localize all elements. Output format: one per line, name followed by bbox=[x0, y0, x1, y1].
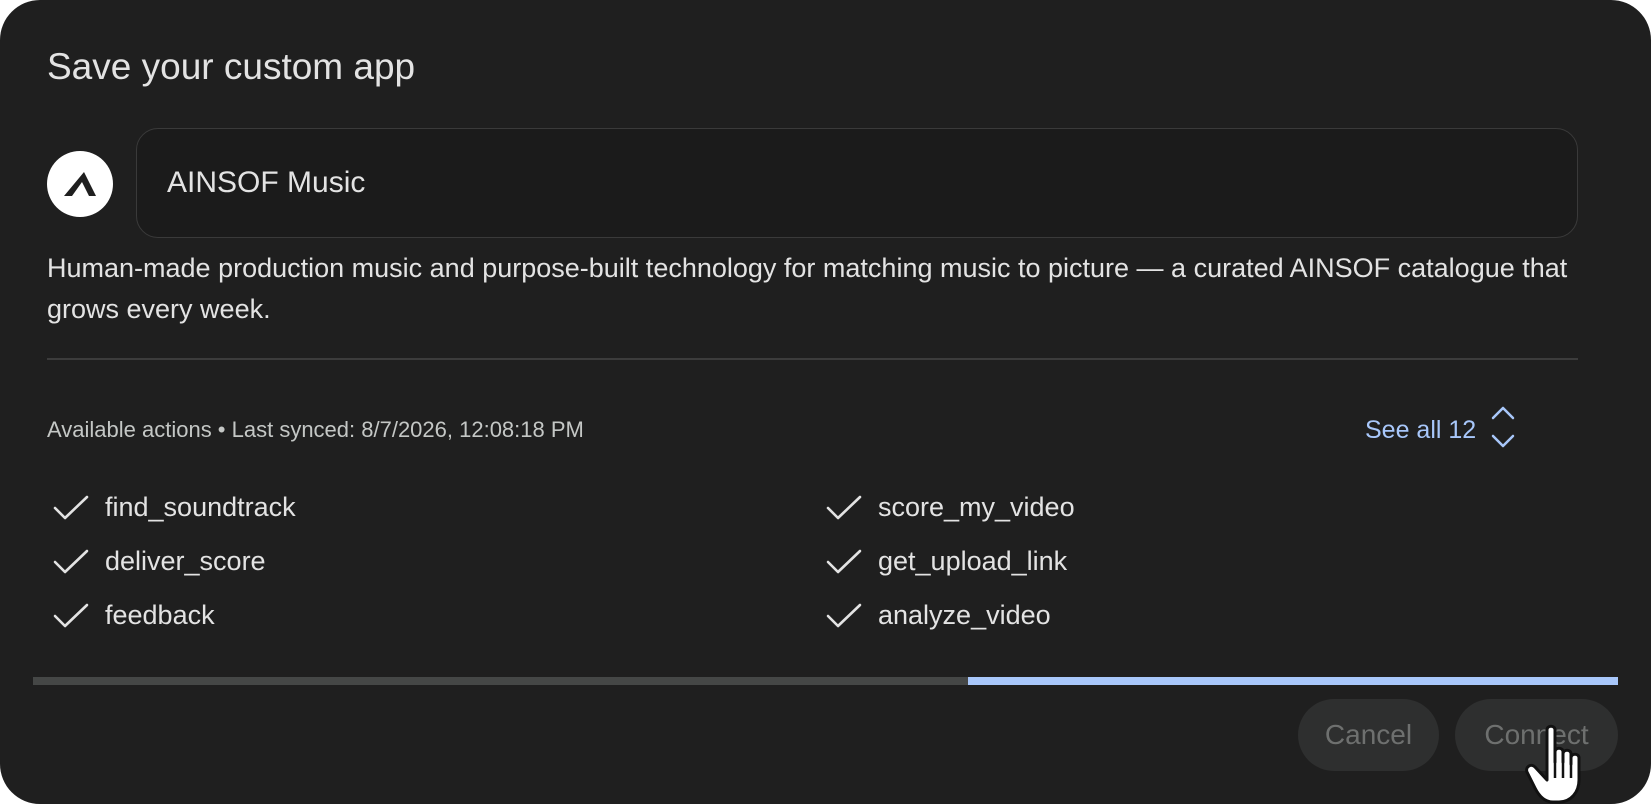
available-actions-sync-status: Available actions • Last synced: 8/7/202… bbox=[47, 417, 584, 442]
action-item-score-my-video: score_my_video bbox=[824, 492, 1075, 523]
ainsof-logo-icon bbox=[47, 151, 113, 217]
action-item-get-upload-link: get_upload_link bbox=[824, 546, 1067, 577]
check-icon bbox=[824, 493, 864, 523]
app-description: Human-made production music and purpose-… bbox=[47, 253, 1568, 324]
action-item-deliver-score: deliver_score bbox=[51, 546, 266, 577]
save-custom-app-dialog: Save your custom app Human-made producti… bbox=[0, 0, 1651, 804]
app-name-input[interactable] bbox=[167, 129, 1547, 237]
check-icon bbox=[824, 547, 864, 577]
check-icon bbox=[51, 601, 91, 631]
hand-pointer-cursor-icon bbox=[1525, 722, 1597, 804]
check-icon bbox=[51, 547, 91, 577]
action-label: score_my_video bbox=[878, 492, 1075, 522]
progress-bar bbox=[33, 677, 1618, 685]
action-label: get_upload_link bbox=[878, 546, 1068, 576]
see-all-actions-button[interactable]: See all 12 bbox=[1365, 400, 1516, 460]
app-name-field[interactable] bbox=[136, 128, 1578, 238]
unfold-icon bbox=[1490, 404, 1516, 457]
action-label: deliver_score bbox=[105, 546, 266, 576]
action-item-analyze-video: analyze_video bbox=[824, 600, 1051, 631]
check-icon bbox=[51, 493, 91, 523]
check-icon bbox=[824, 601, 864, 631]
action-label: analyze_video bbox=[878, 600, 1051, 630]
action-item-find-soundtrack: find_soundtrack bbox=[51, 492, 296, 523]
see-all-label: See all 12 bbox=[1365, 415, 1477, 444]
progress-bar-fill bbox=[968, 677, 1618, 685]
section-divider bbox=[47, 358, 1578, 360]
action-label: find_soundtrack bbox=[105, 492, 296, 522]
action-label: feedback bbox=[105, 600, 215, 630]
dialog-title: Save your custom app bbox=[47, 46, 416, 87]
cancel-button[interactable]: Cancel bbox=[1298, 699, 1439, 771]
action-item-feedback: feedback bbox=[51, 600, 215, 631]
